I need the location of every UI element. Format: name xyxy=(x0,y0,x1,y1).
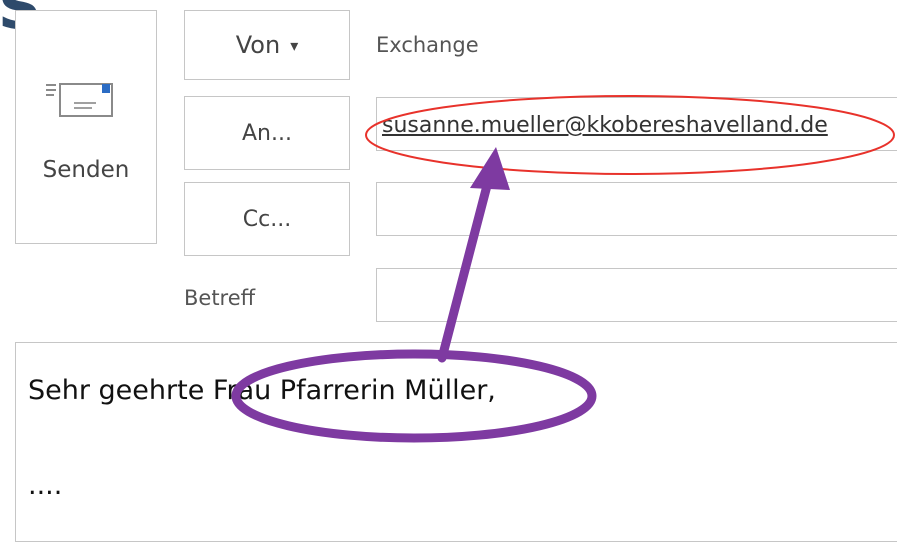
from-button[interactable]: Von ▾ xyxy=(184,10,350,80)
message-greeting: Sehr geehrte Frau Pfarrerin Müller, xyxy=(28,375,496,406)
subject-field[interactable] xyxy=(376,268,897,322)
subject-label: Betreff xyxy=(184,286,256,310)
send-button-label: Senden xyxy=(42,157,130,183)
to-button-label: An... xyxy=(242,120,292,146)
to-recipient-address[interactable]: susanne.mueller@kkobereshavelland.de xyxy=(382,113,828,138)
message-body[interactable] xyxy=(15,342,897,542)
to-button[interactable]: An... xyxy=(184,96,350,170)
send-button[interactable]: Senden xyxy=(15,10,157,244)
cc-field[interactable] xyxy=(376,182,897,236)
send-envelope-icon xyxy=(46,83,113,117)
message-continuation: .... xyxy=(28,470,63,501)
from-account-text: Exchange xyxy=(376,33,479,57)
chevron-down-icon: ▾ xyxy=(290,35,299,55)
cc-button-label: Cc... xyxy=(242,206,292,232)
cc-button[interactable]: Cc... xyxy=(184,182,350,256)
from-button-label: Von xyxy=(235,31,281,59)
